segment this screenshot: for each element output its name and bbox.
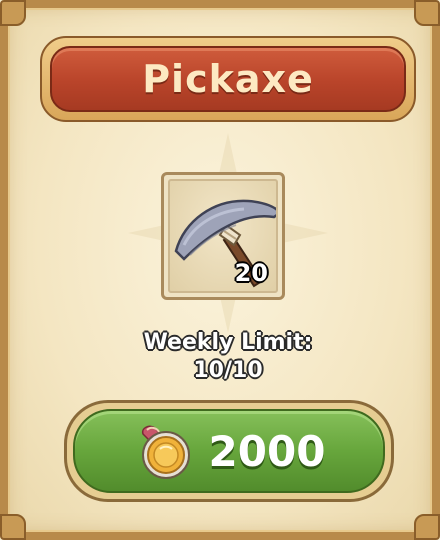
frame-corner-ornament — [0, 0, 26, 26]
item-title: Pickaxe — [142, 57, 314, 101]
shop-item-dialog: Pickaxe 20 Weekly Limit: 10/10 2000 — [0, 0, 440, 540]
item-quantity: 20 — [234, 259, 268, 287]
frame-corner-ornament — [414, 0, 440, 26]
weekly-limit-label: Weekly Limit: — [143, 330, 313, 355]
frame-corner-ornament — [414, 514, 440, 540]
frame-corner-ornament — [0, 514, 26, 540]
item-slot: 20 — [161, 172, 285, 300]
title-banner: Pickaxe — [40, 36, 416, 122]
buy-button[interactable]: 2000 — [64, 400, 394, 502]
gold-coin-icon — [141, 425, 190, 479]
price-value: 2000 — [208, 426, 326, 476]
weekly-limit-value: 10/10 — [193, 358, 263, 383]
